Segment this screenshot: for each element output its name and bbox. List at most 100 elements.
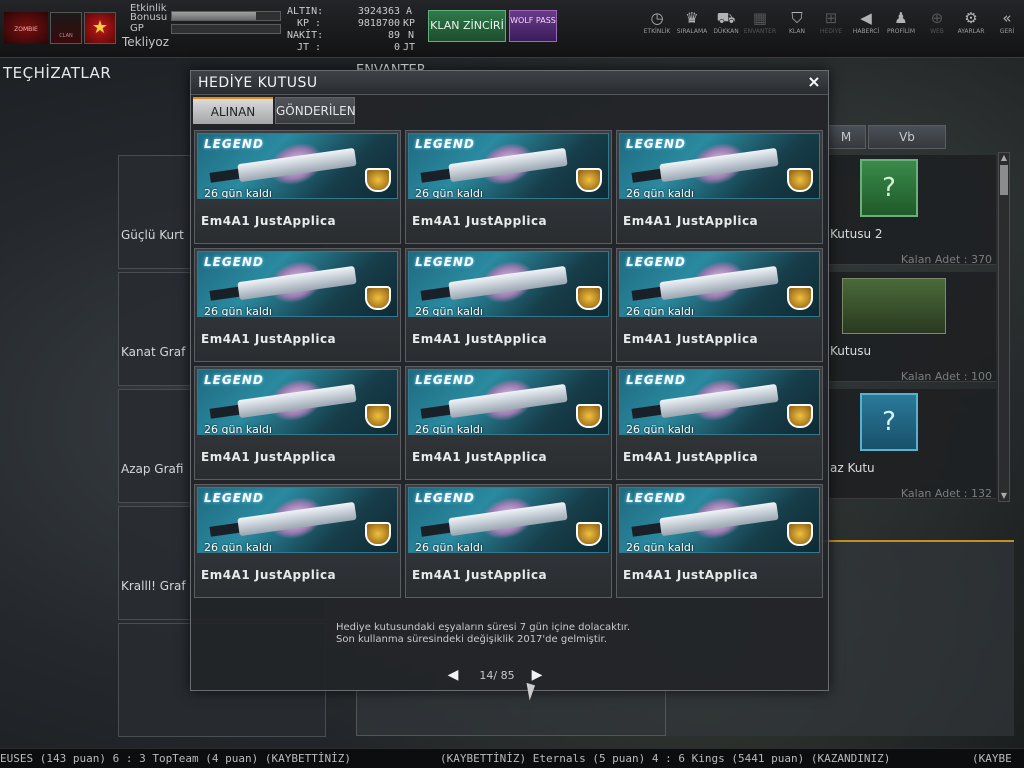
days-remaining: 26 gün kaldı: [626, 187, 694, 199]
rank-emblem[interactable]: ★: [84, 12, 116, 44]
nav-globe[interactable]: ⊕ WEB: [918, 8, 956, 42]
nav-label: HABERCİ: [852, 28, 880, 35]
nav-shield[interactable]: ⛉ KLAN: [778, 8, 816, 42]
nav-rank[interactable]: ♛ SIRALAMA: [673, 8, 711, 42]
gift-item[interactable]: LEGEND 26 gün kaldı Em4A1 JustApplica: [405, 484, 612, 598]
prev-page-icon[interactable]: ◀: [446, 668, 460, 682]
inventory-item[interactable]: ? az Kutu Kalan Adet : 132: [826, 389, 996, 500]
equipment-card-label: Kralll! Graf: [121, 579, 186, 593]
dialog-title: HEDİYE KUTUSU: [198, 75, 318, 91]
inventory-item-count: Kalan Adet : 370: [900, 253, 992, 266]
next-page-icon[interactable]: ▶: [530, 668, 544, 682]
days-remaining: 26 gün kaldı: [626, 541, 694, 553]
gift-item-name: Em4A1 JustApplica: [412, 332, 548, 346]
gift-item-name: Em4A1 JustApplica: [201, 568, 337, 582]
match-ticker: EUSES (143 puan) 6 : 3 TopTeam (4 puan) …: [0, 748, 1024, 768]
tier-label: LEGEND: [415, 137, 475, 151]
tier-badge-icon: [787, 522, 813, 546]
nav-back[interactable]: «GERİ: [988, 8, 1024, 42]
ticker-text: (KAYBETTİNİZ) Eternals (5 puan) 4 : 6 Ki…: [440, 752, 891, 765]
weapon-thumbnail: LEGEND 26 gün kaldı: [619, 133, 820, 199]
inventory-scrollbar[interactable]: ▲ ▼: [998, 152, 1010, 502]
megaphone-icon: ◀: [860, 9, 872, 27]
days-remaining: 26 gün kaldı: [626, 423, 694, 435]
gp-label: GP: [130, 23, 144, 34]
jt-label: JT :: [297, 42, 322, 53]
nav-profile[interactable]: ♟ PROFİLİM: [882, 8, 920, 42]
gold-unit: A: [406, 6, 413, 17]
tier-badge-icon: [365, 286, 391, 310]
tier-label: LEGEND: [415, 255, 475, 269]
days-remaining: 26 gün kaldı: [415, 423, 483, 435]
days-remaining: 26 gün kaldı: [626, 305, 694, 317]
equipment-card-label: Azap Grafi: [121, 462, 184, 476]
gift-item[interactable]: LEGEND 26 gün kaldı Em4A1 JustApplica: [405, 248, 612, 362]
inventory-tab-vb[interactable]: Vb: [868, 125, 946, 149]
tier-badge-icon: [787, 404, 813, 428]
gift-item[interactable]: LEGEND 26 gün kaldı Em4A1 JustApplica: [616, 248, 823, 362]
dialog-header: HEDİYE KUTUSU ×: [191, 71, 828, 95]
nav-gear[interactable]: ⚙ AYARLAR: [952, 8, 990, 42]
gift-item[interactable]: LEGEND 26 gün kaldı Em4A1 JustApplica: [405, 130, 612, 244]
tier-label: LEGEND: [415, 373, 475, 387]
globe-icon: ⊕: [930, 9, 944, 27]
clan-emblem[interactable]: CLAN: [50, 12, 82, 44]
ticker-text: EUSES (143 puan) 6 : 3 TopTeam (4 puan) …: [0, 752, 351, 765]
inventory-item[interactable]: Kutusu Kalan Adet : 100: [826, 272, 996, 383]
weapon-thumbnail: LEGEND 26 gün kaldı: [619, 251, 820, 317]
gp-progress-bar: [171, 24, 281, 34]
gift-item[interactable]: LEGEND 26 gün kaldı Em4A1 JustApplica: [194, 248, 401, 362]
gift-icon: ⊞: [824, 9, 838, 27]
days-remaining: 26 gün kaldı: [415, 541, 483, 553]
weapon-thumbnail: LEGEND 26 gün kaldı: [619, 487, 820, 553]
gift-item[interactable]: LEGEND 26 gün kaldı Em4A1 JustApplica: [405, 366, 612, 480]
gift-item[interactable]: LEGEND 26 gün kaldı Em4A1 JustApplica: [616, 484, 823, 598]
nav-clock[interactable]: ◷ ETKİNLİK: [638, 8, 676, 42]
scroll-down-icon[interactable]: ▼: [999, 491, 1009, 501]
jt-value: 0: [393, 42, 400, 53]
scroll-thumb[interactable]: [1000, 165, 1008, 195]
tier-label: LEGEND: [204, 491, 264, 505]
gift-item[interactable]: LEGEND 26 gün kaldı Em4A1 JustApplica: [194, 484, 401, 598]
gift-item[interactable]: LEGEND 26 gün kaldı Em4A1 JustApplica: [616, 130, 823, 244]
nav-megaphone[interactable]: ◀ HABERCİ: [847, 8, 885, 42]
gift-item[interactable]: LEGEND 26 gün kaldı Em4A1 JustApplica: [194, 130, 401, 244]
gold-value: 3924363: [357, 6, 400, 17]
tab-received[interactable]: ALINAN: [193, 97, 273, 124]
tab-sent[interactable]: GÖNDERİLEN: [275, 97, 356, 124]
inventory-tab-m[interactable]: M: [826, 125, 866, 149]
clan-chain-button[interactable]: KLAN ZİNCİRİ: [428, 10, 506, 42]
gift-item[interactable]: LEGEND 26 gün kaldı Em4A1 JustApplica: [616, 366, 823, 480]
close-icon[interactable]: ×: [805, 73, 823, 91]
weapon-thumbnail: LEGEND 26 gün kaldı: [197, 133, 398, 199]
nav-gift[interactable]: ⊞ HEDİYE: [812, 8, 850, 42]
days-remaining: 26 gün kaldı: [415, 187, 483, 199]
weapon-thumbnail: LEGEND 26 gün kaldı: [408, 133, 609, 199]
weapon-thumbnail: LEGEND 26 gün kaldı: [197, 487, 398, 553]
gift-item-name: Em4A1 JustApplica: [412, 214, 548, 228]
crate-icon: [842, 278, 946, 334]
inventory-item-name: az Kutu: [830, 461, 875, 475]
tier-badge-icon: [365, 168, 391, 192]
equipment-title: TEÇHİZATLAR: [3, 64, 112, 82]
nav-label: PROFİLİM: [886, 28, 916, 35]
nav-label: AYARLAR: [957, 28, 985, 35]
rank-icon: ♛: [685, 9, 699, 27]
nav-inventory[interactable]: ▦ ENVANTER: [741, 8, 779, 42]
nav-cart[interactable]: ⛟ DÜKKAN: [707, 8, 745, 42]
nav-label: HEDİYE: [819, 28, 843, 35]
nav-label: GERİ: [999, 28, 1015, 35]
shield-icon: ⛉: [791, 9, 803, 27]
inventory-item[interactable]: ? Kutusu 2 Kalan Adet : 370: [826, 155, 996, 266]
back-icon: «: [1002, 9, 1012, 27]
wolf-pass-button[interactable]: WOLF PASS: [509, 10, 557, 42]
inventory-item-count: Kalan Adet : 132: [900, 487, 992, 500]
gift-item[interactable]: LEGEND 26 gün kaldı Em4A1 JustApplica: [194, 366, 401, 480]
gift-item-name: Em4A1 JustApplica: [623, 214, 759, 228]
middle-info-panel: [356, 690, 666, 736]
equipment-card-label: Kanat Graf: [121, 345, 186, 359]
days-remaining: 26 gün kaldı: [204, 305, 272, 317]
jt-unit: JT: [403, 42, 416, 53]
scroll-up-icon[interactable]: ▲: [999, 153, 1009, 163]
tier-badge-icon: [365, 404, 391, 428]
